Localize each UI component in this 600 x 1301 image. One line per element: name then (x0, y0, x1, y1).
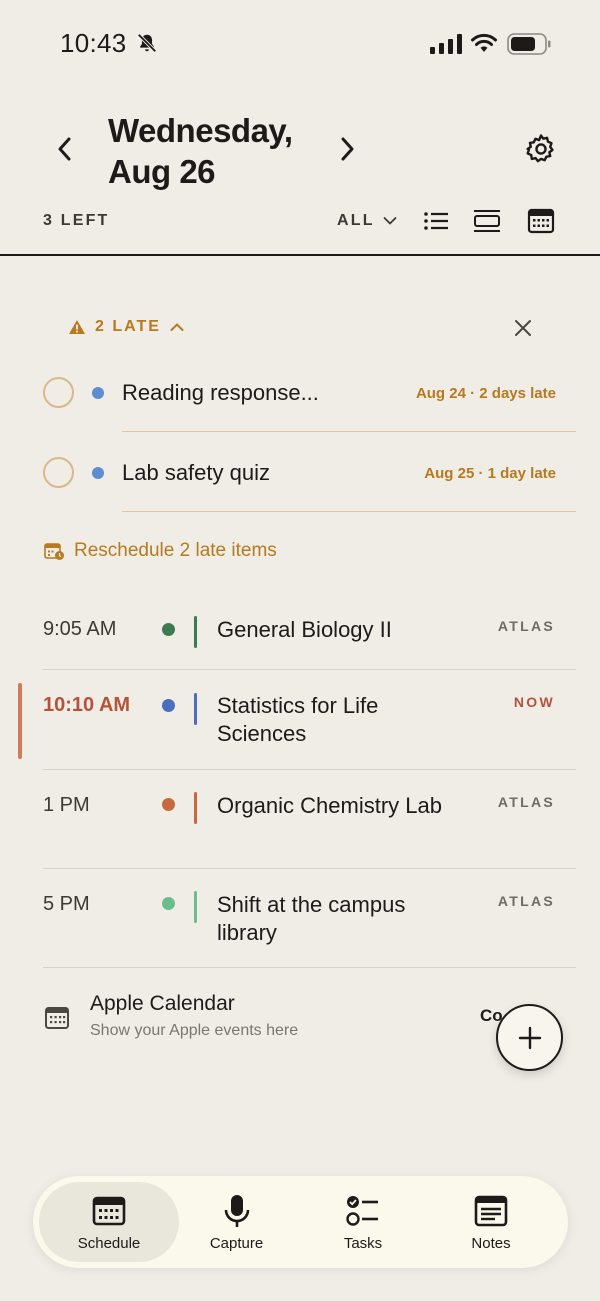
task-checkbox[interactable] (43, 377, 74, 408)
tab-notes[interactable]: Notes (431, 1176, 551, 1268)
row-divider (122, 511, 576, 512)
tab-tasks[interactable]: Tasks (303, 1176, 423, 1268)
late-task-row[interactable]: Lab safety quiz Aug 25 · 1 day late (0, 433, 600, 513)
calendar-icon (45, 1007, 69, 1029)
notes-icon (474, 1195, 508, 1226)
add-button[interactable] (496, 1004, 563, 1071)
date-weekday: Wednesday, (108, 112, 293, 149)
tab-label: Schedule (77, 1234, 141, 1252)
chevron-down-icon (383, 217, 397, 225)
tab-schedule[interactable]: Schedule (39, 1182, 179, 1262)
event-time: 10:10 AM (43, 694, 131, 716)
event-source-tag: ATLAS (497, 794, 555, 810)
wifi-icon (471, 33, 497, 52)
page-title: Wednesday, Aug 26 (108, 110, 293, 192)
calendar-clock-icon (44, 542, 64, 560)
event-color-bar (194, 616, 197, 648)
filter-label: ALL (337, 212, 375, 229)
event-color-bar (194, 891, 197, 923)
calendar-view-icon[interactable] (526, 206, 556, 236)
tab-label: Tasks (343, 1234, 383, 1252)
task-title: Reading response... (122, 380, 319, 405)
event-time: 5 PM (43, 893, 90, 915)
list-view-icon[interactable] (421, 206, 451, 236)
status-time: 10:43 (60, 28, 127, 58)
task-due-meta: Aug 24 · 2 days late (415, 385, 556, 402)
late-toggle[interactable]: 2 LATE (68, 318, 184, 336)
chevron-left-icon (58, 137, 71, 161)
filter-dropdown[interactable]: ALL (337, 212, 397, 230)
previous-day-button[interactable] (48, 132, 82, 166)
event-source-tag: ATLAS (497, 618, 555, 634)
tab-capture[interactable]: Capture (179, 1176, 294, 1268)
event-row[interactable]: 5 PM Shift at the campus library ATLAS (0, 869, 600, 969)
apple-calendar-subtitle: Show your Apple events here (90, 1022, 299, 1039)
event-time: 9:05 AM (43, 618, 117, 640)
event-title: Statistics for Life Sciences (217, 693, 379, 746)
gear-icon[interactable] (524, 132, 558, 166)
timeline-view-icon[interactable] (472, 206, 502, 236)
event-color-bar (194, 792, 197, 824)
event-source-tag: ATLAS (497, 893, 555, 909)
row-divider (43, 967, 576, 968)
event-row[interactable]: 1 PM Organic Chemistry Lab ATLAS (0, 770, 600, 869)
header-divider (0, 254, 600, 256)
task-title: Lab safety quiz (122, 460, 270, 485)
task-checkbox[interactable] (43, 457, 74, 488)
reschedule-label: Reschedule 2 late items (74, 540, 277, 561)
bell-muted-icon (137, 33, 157, 53)
chevron-right-icon (341, 137, 354, 161)
date-day: Aug 26 (108, 153, 216, 190)
reschedule-late-button[interactable]: Reschedule 2 late items (44, 540, 277, 562)
next-day-button[interactable] (330, 132, 364, 166)
event-color-bar (194, 693, 197, 725)
course-color-dot (92, 467, 104, 479)
event-row-current[interactable]: 10:10 AM Statistics for Life Sciences NO… (0, 670, 600, 770)
now-badge: NOW (513, 694, 555, 710)
event-color-dot (162, 699, 175, 712)
row-divider (122, 431, 576, 432)
tasks-left-count: 3 LEFT (43, 212, 110, 229)
tab-label: Capture (209, 1234, 264, 1252)
cell-signal-icon (430, 34, 462, 54)
event-color-dot (162, 897, 175, 910)
event-time: 1 PM (43, 794, 90, 816)
chevron-up-icon (170, 323, 184, 331)
battery-icon (507, 33, 551, 55)
calendar-grid-icon (92, 1196, 126, 1225)
tab-bar: Schedule Capture Tasks Notes (33, 1176, 568, 1268)
apple-calendar-title: Apple Calendar (90, 992, 235, 1015)
event-row[interactable]: 9:05 AM General Biology II ATLAS (0, 595, 600, 670)
event-title: General Biology II (217, 617, 392, 642)
course-color-dot (92, 387, 104, 399)
event-title: Shift at the campus library (217, 892, 406, 945)
event-color-dot (162, 798, 175, 811)
late-label: 2 LATE (95, 318, 161, 335)
task-due-meta: Aug 25 · 1 day late (424, 465, 556, 482)
checklist-icon (346, 1195, 378, 1226)
close-icon[interactable] (510, 315, 536, 341)
plus-icon (518, 1026, 541, 1049)
warning-icon (69, 320, 85, 334)
event-color-dot (162, 623, 175, 636)
event-title: Organic Chemistry Lab (217, 793, 442, 818)
late-task-row[interactable]: Reading response... Aug 24 · 2 days late (0, 353, 600, 433)
microphone-icon (224, 1194, 249, 1227)
tab-label: Notes (471, 1234, 511, 1252)
